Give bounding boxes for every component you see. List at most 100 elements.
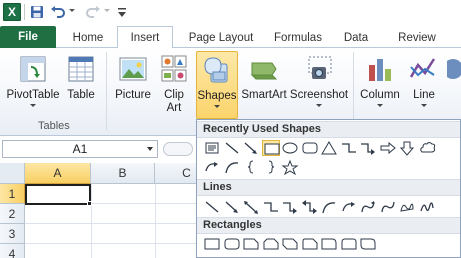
shape-elbow-icon[interactable] (340, 140, 358, 156)
shape-snip3-icon[interactable] (281, 236, 299, 252)
redo-icon[interactable] (85, 2, 101, 22)
undo-dropdown-icon[interactable] (69, 9, 75, 12)
shape-curveArrow-icon[interactable] (340, 199, 358, 215)
tab-file[interactable]: File (0, 26, 56, 48)
save-icon[interactable] (29, 2, 45, 22)
shape-snip2-icon[interactable] (262, 236, 280, 252)
fill-handle[interactable] (87, 201, 92, 206)
excel-logo-icon[interactable]: X (3, 3, 21, 21)
table-icon (68, 56, 94, 82)
customize-qat-icon[interactable] (117, 2, 127, 22)
tab-home[interactable]: Home (64, 28, 112, 48)
tab-formulas[interactable]: Formulas (267, 28, 329, 48)
select-all-corner[interactable] (0, 163, 25, 184)
group-separator (106, 52, 107, 130)
shape-elbowDbl-icon[interactable] (301, 199, 319, 215)
name-box-dropdown-icon[interactable] (147, 147, 153, 151)
shape-curve-icon[interactable] (320, 199, 338, 215)
shape-round3-icon[interactable] (359, 236, 377, 252)
row-header-2[interactable]: 2 (0, 204, 25, 224)
shape-elbow-icon[interactable] (262, 199, 280, 215)
picture-button[interactable]: Picture (111, 51, 155, 115)
picture-label: Picture (115, 89, 151, 101)
shape-curve-icon[interactable] (223, 159, 241, 175)
shape-line-icon[interactable] (203, 199, 221, 215)
redo-dropdown-icon[interactable] (104, 9, 110, 12)
column-gridline (155, 184, 156, 258)
active-cell-a1[interactable] (25, 184, 91, 205)
shape-round1-icon[interactable] (320, 236, 338, 252)
pivottable-caret (30, 104, 36, 107)
undo-icon[interactable] (50, 2, 66, 22)
shape-rsnip-icon[interactable] (301, 236, 319, 252)
ribbon-tab-bar: File Home Insert Page Layout Formulas Da… (0, 24, 461, 49)
section-lines: Lines (197, 179, 460, 196)
shape-snip-icon[interactable] (242, 236, 260, 252)
screenshot-label: Screenshot (289, 89, 349, 101)
shape-scribble-icon[interactable] (418, 199, 436, 215)
shape-lBrace-icon[interactable] (242, 159, 260, 175)
tab-insert[interactable]: Insert (117, 26, 173, 49)
shape-tri-icon[interactable] (320, 140, 338, 156)
row-header-1[interactable]: 1 (0, 184, 25, 204)
line-label: Line (413, 89, 435, 101)
column-chart-button[interactable]: Column (356, 51, 404, 115)
shape-rBrace-icon[interactable] (262, 159, 280, 175)
column-chart-icon (369, 59, 391, 81)
shape-star-icon[interactable] (281, 159, 299, 175)
shapes-button[interactable]: Shapes (196, 51, 238, 119)
name-box[interactable]: A1 (2, 140, 158, 158)
smartart-button[interactable]: SmartArt (240, 51, 288, 115)
shape-round2-icon[interactable] (340, 236, 358, 252)
table-label: Table (67, 89, 95, 101)
shape-scurve-icon[interactable] (379, 199, 397, 215)
line-caret (421, 104, 427, 107)
shape-rrect-icon[interactable] (223, 236, 241, 252)
tab-review[interactable]: Review (391, 28, 443, 48)
shape-elbowArrow-icon[interactable] (281, 199, 299, 215)
pivottable-button[interactable]: PivotTable (4, 51, 62, 115)
shapes-gallery-dropdown: Recently Used Shapes Lines Rectangles (196, 119, 461, 258)
table-button[interactable]: Table (63, 51, 99, 115)
row-header-3[interactable]: 3 (0, 224, 25, 244)
clip-art-button[interactable]: Clip Art (157, 51, 191, 115)
shape-cloud-icon[interactable] (418, 140, 436, 156)
quick-access-toolbar: X (0, 0, 461, 24)
pivottable-icon (20, 56, 46, 82)
row-header-4[interactable]: 4 (0, 244, 25, 258)
shape-line-icon[interactable] (223, 140, 241, 156)
screenshot-button[interactable]: Screenshot (289, 51, 349, 115)
shape-oval-icon[interactable] (281, 140, 299, 156)
shapes-caret (214, 105, 220, 108)
shape-rect-icon[interactable] (203, 236, 221, 252)
clip-art-label-line2: Art (166, 102, 182, 114)
shape-dblArrow-icon[interactable] (242, 199, 260, 215)
name-box-value: A1 (72, 142, 88, 156)
pivottable-label: PivotTable (6, 89, 60, 101)
column-header-b[interactable]: B (91, 163, 155, 184)
shape-arrow-icon[interactable] (223, 199, 241, 215)
formula-controls[interactable] (163, 142, 193, 156)
shapes-label: Shapes (197, 90, 237, 102)
shape-arrow-icon[interactable] (242, 140, 260, 156)
pie-chart-button[interactable] (447, 51, 461, 115)
shape-dArrow-icon[interactable] (398, 140, 416, 156)
shape-rArrow-icon[interactable] (379, 140, 397, 156)
shape-freeform2-icon[interactable] (398, 199, 416, 215)
section-rectangles: Rectangles (197, 217, 460, 234)
column-gridline (91, 184, 92, 258)
shape-textbox-icon[interactable] (203, 140, 221, 156)
tab-data[interactable]: Data (337, 28, 375, 48)
column-header-a[interactable]: A (25, 163, 91, 184)
tab-page-layout[interactable]: Page Layout (181, 28, 261, 48)
line-chart-button[interactable]: Line (407, 51, 441, 115)
shape-rect-icon[interactable] (261, 140, 280, 156)
pie-chart-icon (447, 59, 461, 79)
shape-curveDbl-icon[interactable] (359, 199, 377, 215)
shape-curveArrow-icon[interactable] (203, 159, 221, 175)
shape-rrect-icon[interactable] (301, 140, 319, 156)
shape-elbowArrow-icon[interactable] (359, 140, 377, 156)
smartart-label: SmartArt (241, 89, 287, 101)
clip-art-label-line1: Clip (164, 89, 184, 101)
clip-art-label: Clip Art (164, 89, 184, 115)
